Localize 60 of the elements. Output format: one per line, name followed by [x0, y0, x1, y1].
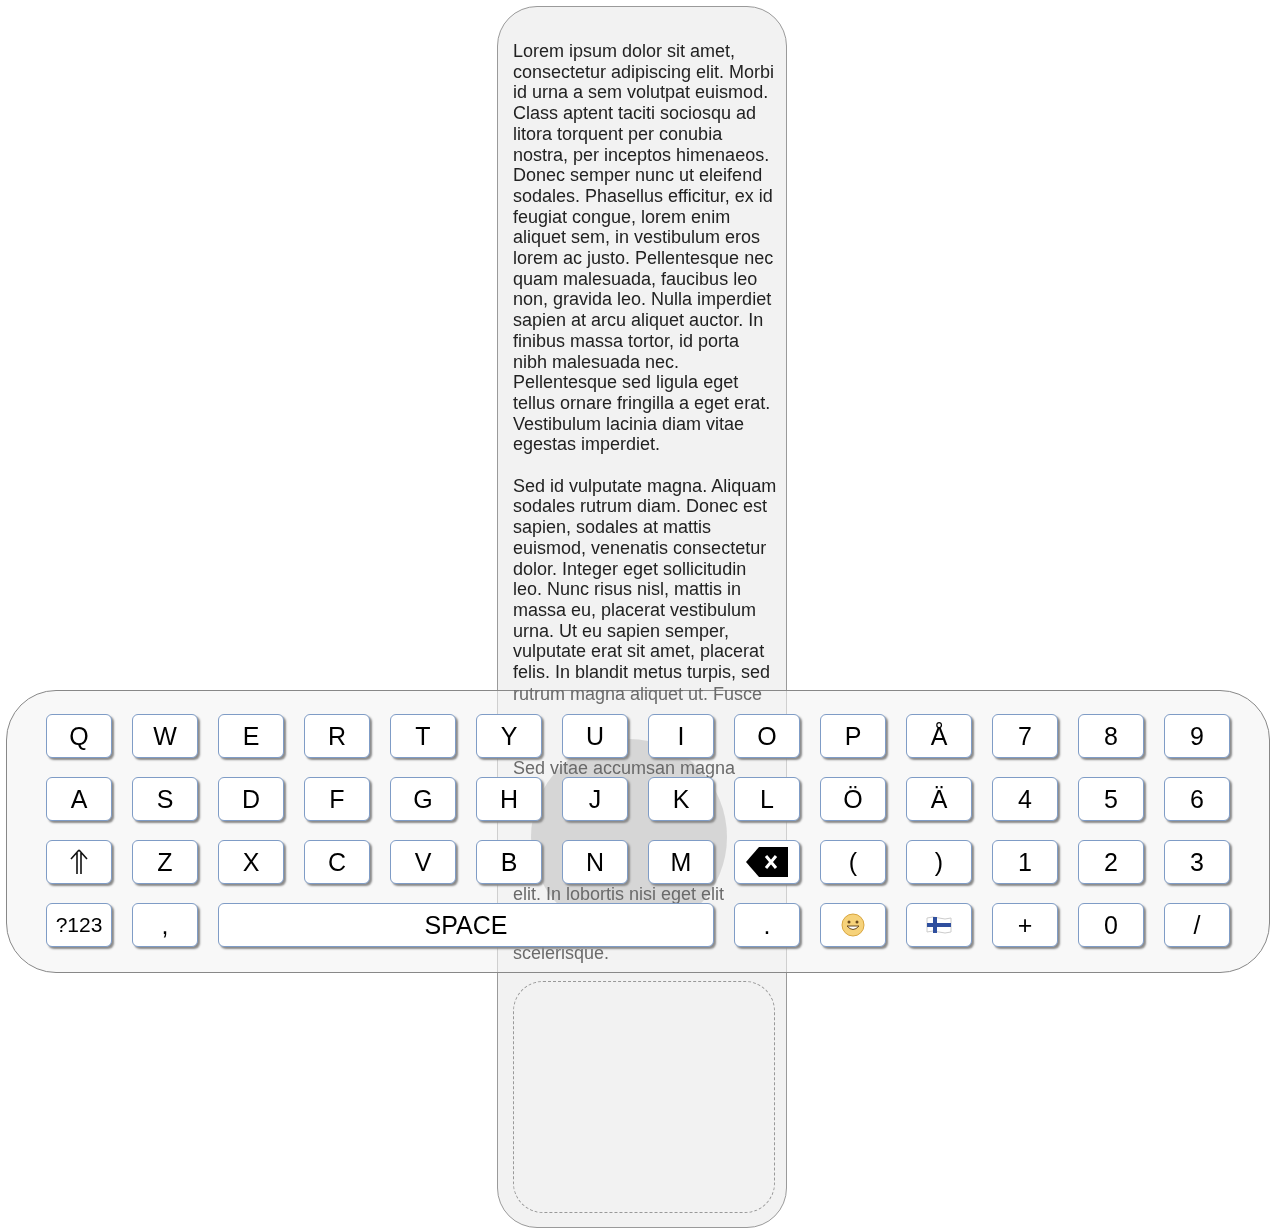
key[interactable]: A	[46, 777, 112, 821]
key[interactable]: S	[132, 777, 198, 821]
finnish-flag-icon	[926, 916, 952, 934]
key[interactable]: /	[1164, 903, 1230, 947]
key[interactable]: H	[476, 777, 542, 821]
key[interactable]: X	[218, 840, 284, 884]
text-line: Sed vitae accumsan magna	[513, 758, 737, 777]
key[interactable]: R	[304, 714, 370, 758]
paragraph: Lorem ipsum dolor sit amet, consectetur adipiscing elit. Morbi id urna a sem volutpat euismod. Class aptent taciti sociosqu ad litora torquent per conubia nostra, per inceptos himenaeos. Donec semper nunc ut eleifend sodales. Phasellus efficitur, ex id feugiat congue, lorem enim aliquet sem, in vestibulum eros lorem ac justo. Pellentesque nec quam malesuada, faucibus leo non, gravida leo. Nulla imperdiet sapien at arcu aliquet auctor. In finibus massa tortor, id porta nibh malesuada nec. Pellentesque sed ligula eget tellus ornare fringilla a eget erat. Vestibulum lacinia diam vitae egestas imperdiet.	[513, 41, 775, 456]
key[interactable]: Y	[476, 714, 542, 758]
key[interactable]: 8	[1078, 714, 1144, 758]
paragraph: Sed id vulputate magna. Aliquam sodales rutrum diam. Donec est sapien, sodales at mattis euismod, venenatis consectetur dolor. Integer eget sollicitudin leo. Nunc risus nisl, mattis in massa eu, placerat vestibulum urna. Ut eu sapien semper, vulputate erat sit amet, placerat felis. In blandit metus turpis, sed	[513, 475, 777, 683]
key[interactable]: 3	[1164, 840, 1230, 884]
key[interactable]: U	[562, 714, 628, 758]
symbols-key[interactable]: ?123	[46, 903, 112, 947]
key[interactable]: N	[562, 840, 628, 884]
key[interactable]: Q	[46, 714, 112, 758]
key[interactable]: K	[648, 777, 714, 821]
key[interactable]: Ö	[820, 777, 886, 821]
smiley-icon	[841, 913, 865, 937]
key[interactable]: Z	[132, 840, 198, 884]
space-key[interactable]: SPACE	[218, 903, 714, 947]
key[interactable]: I	[648, 714, 714, 758]
key[interactable]: 7	[992, 714, 1058, 758]
key[interactable]: G	[390, 777, 456, 821]
emoji-key[interactable]	[820, 903, 886, 947]
backspace-icon	[745, 846, 789, 878]
dashed-input-area[interactable]	[513, 981, 775, 1213]
key[interactable]: L	[734, 777, 800, 821]
key[interactable]: E	[218, 714, 284, 758]
shift-icon	[68, 849, 90, 875]
backspace-key[interactable]	[734, 840, 800, 884]
shift-key[interactable]	[46, 840, 112, 884]
key[interactable]: W	[132, 714, 198, 758]
key[interactable]: 6	[1164, 777, 1230, 821]
key[interactable]: J	[562, 777, 628, 821]
key[interactable]: D	[218, 777, 284, 821]
key[interactable]: O	[734, 714, 800, 758]
key[interactable]: Å	[906, 714, 972, 758]
key[interactable]: V	[390, 840, 456, 884]
language-key[interactable]	[906, 903, 972, 947]
key[interactable]: 1	[992, 840, 1058, 884]
text-line: elit. In lobortis nisi eget elit	[513, 885, 726, 903]
key[interactable]: B	[476, 840, 542, 884]
key[interactable]: ,	[132, 903, 198, 947]
key[interactable]: .	[734, 903, 800, 947]
key[interactable]: 2	[1078, 840, 1144, 884]
key[interactable]: )	[906, 840, 972, 884]
key[interactable]: Ä	[906, 777, 972, 821]
key[interactable]: P	[820, 714, 886, 758]
key[interactable]: M	[648, 840, 714, 884]
key[interactable]: 4	[992, 777, 1058, 821]
key[interactable]: T	[390, 714, 456, 758]
key[interactable]: 0	[1078, 903, 1144, 947]
key[interactable]: 9	[1164, 714, 1230, 758]
key[interactable]: +	[992, 903, 1058, 947]
key[interactable]: C	[304, 840, 370, 884]
key[interactable]: F	[304, 777, 370, 821]
key[interactable]: 5	[1078, 777, 1144, 821]
key[interactable]: (	[820, 840, 886, 884]
